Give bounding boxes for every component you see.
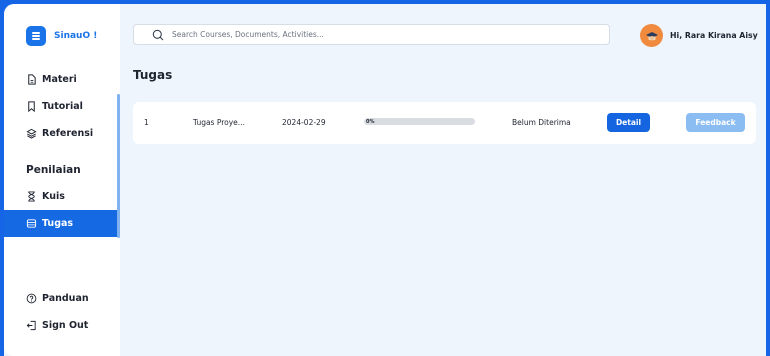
section-label-penilaian: Penilaian xyxy=(26,164,81,176)
avatar-illustration-icon xyxy=(645,31,658,40)
brand[interactable]: SinauO ! xyxy=(26,26,97,46)
search-input[interactable] xyxy=(172,30,592,39)
hourglass-icon xyxy=(28,191,35,202)
app-frame: SinauO ! Materi Tutorial Referensi Penil… xyxy=(4,4,766,356)
search-bar[interactable] xyxy=(133,24,610,45)
brand-name: SinauO ! xyxy=(54,31,98,41)
help-circle-icon xyxy=(26,293,37,304)
layers-icon xyxy=(26,128,37,139)
sidebar-item-label: Kuis xyxy=(42,191,65,202)
bookmark-icon xyxy=(28,101,35,112)
archive-icon xyxy=(26,219,37,228)
sidebar-item-label: Referensi xyxy=(42,128,94,139)
assignment-card: 1 Tugas Proye... 2024-02-29 0% Belum Dit… xyxy=(133,102,756,144)
assignment-date: 2024-02-29 xyxy=(282,118,326,127)
user-greeting: Hi, Rara Kirana Aisya... xyxy=(670,31,758,40)
user-profile[interactable]: Hi, Rara Kirana Aisya... xyxy=(640,24,758,47)
sidebar-item-label: Tugas xyxy=(42,218,74,229)
sidebar-item-referensi[interactable]: Referensi xyxy=(4,120,117,147)
sidebar-item-tugas[interactable]: Tugas xyxy=(4,210,117,237)
file-icon xyxy=(28,74,36,85)
sidebar-item-panduan[interactable]: Panduan xyxy=(4,285,117,312)
assignment-number: 1 xyxy=(144,118,149,127)
detail-button[interactable]: Detail xyxy=(607,113,650,132)
sidebar-item-label: Panduan xyxy=(42,293,89,304)
brand-logo-icon xyxy=(26,26,46,46)
page-title: Tugas xyxy=(133,68,173,82)
sidebar-item-kuis[interactable]: Kuis xyxy=(4,183,117,210)
feedback-button[interactable]: Feedback xyxy=(686,113,745,132)
sidebar: SinauO ! Materi Tutorial Referensi Penil… xyxy=(4,4,120,356)
avatar[interactable] xyxy=(640,24,663,47)
sidebar-item-materi[interactable]: Materi xyxy=(4,66,117,93)
sidebar-item-tutorial[interactable]: Tutorial xyxy=(4,93,117,120)
progress-bar xyxy=(364,118,475,125)
sidebar-item-sign-out[interactable]: Sign Out xyxy=(4,312,117,339)
search-icon xyxy=(152,29,164,40)
sign-out-icon xyxy=(26,320,36,331)
sidebar-item-label: Sign Out xyxy=(42,320,89,331)
assignment-status: Belum Diterima xyxy=(512,118,571,127)
sidebar-item-label: Materi xyxy=(42,74,77,85)
sidebar-scrollbar[interactable] xyxy=(117,94,120,238)
progress-text: 0% xyxy=(366,119,375,125)
sidebar-item-label: Tutorial xyxy=(42,101,83,112)
assignment-name: Tugas Proye... xyxy=(193,118,245,127)
